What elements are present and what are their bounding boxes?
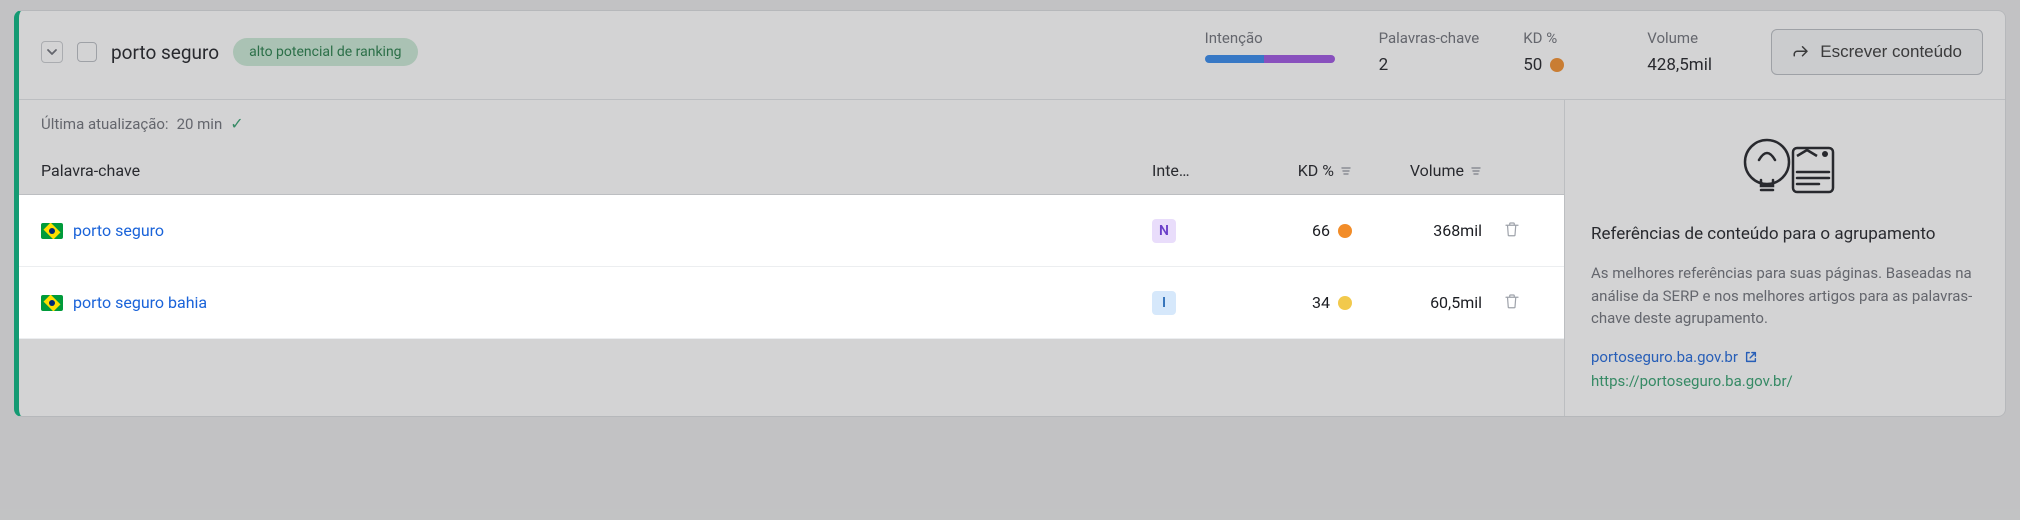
metric-volume-value: 428,5mil	[1647, 55, 1727, 75]
reference-url[interactable]: https://portoseguro.ba.gov.br/	[1591, 372, 1979, 390]
keyword-link[interactable]: porto seguro bahia	[73, 293, 207, 312]
keyword-group-card: porto seguro alto potencial de ranking I…	[14, 10, 2006, 417]
intent-distribution-bar	[1205, 55, 1335, 63]
intent-badge: N	[1152, 219, 1176, 243]
table-row: porto seguro bahia I 34 60,5mil	[19, 267, 1564, 339]
references-title: Referências de conteúdo para o agrupamen…	[1591, 224, 1979, 244]
kd-difficulty-dot	[1550, 58, 1564, 72]
metric-volume-label: Volume	[1647, 29, 1727, 47]
trash-icon	[1503, 220, 1521, 238]
kd-cell: 66	[1242, 221, 1352, 240]
chevron-down-icon	[46, 46, 58, 58]
col-kd[interactable]: KD %	[1242, 161, 1352, 180]
metric-intent-label: Intenção	[1205, 29, 1335, 47]
sort-icon	[1340, 165, 1352, 177]
metric-keywords-value: 2	[1379, 55, 1480, 75]
flag-brazil-icon	[41, 295, 63, 311]
sort-icon	[1470, 165, 1482, 177]
write-content-button[interactable]: Escrever conteúdo	[1771, 29, 1983, 75]
metric-kd-label: KD %	[1523, 29, 1603, 47]
volume-cell: 60,5mil	[1352, 293, 1482, 312]
volume-cell: 368mil	[1352, 221, 1482, 240]
metric-kd-value: 50	[1523, 55, 1603, 75]
trash-icon	[1503, 292, 1521, 310]
table-row: porto seguro N 66 368mil	[19, 195, 1564, 267]
reference-domain-link[interactable]: portoseguro.ba.gov.br	[1591, 348, 1979, 366]
group-header: porto seguro alto potencial de ranking I…	[19, 11, 2005, 99]
col-intent[interactable]: Inte…	[1152, 161, 1242, 180]
references-description: As melhores referências para suas página…	[1591, 262, 1979, 330]
share-arrow-icon	[1792, 43, 1810, 61]
check-icon: ✓	[230, 114, 243, 133]
group-title: porto seguro	[111, 41, 219, 64]
select-group-checkbox[interactable]	[77, 42, 97, 62]
delete-row-button[interactable]	[1482, 292, 1542, 314]
group-metrics: Intenção Palavras-chave 2 KD % 50	[1205, 29, 1983, 75]
intent-badge: I	[1152, 291, 1176, 315]
metric-keywords-label: Palavras-chave	[1379, 29, 1480, 47]
keyword-link[interactable]: porto seguro	[73, 221, 164, 240]
external-link-icon	[1744, 350, 1758, 364]
col-volume[interactable]: Volume	[1352, 161, 1482, 180]
collapse-toggle[interactable]	[41, 41, 63, 63]
kd-difficulty-dot	[1338, 224, 1352, 238]
kd-difficulty-dot	[1338, 296, 1352, 310]
lightbulb-illustration	[1725, 126, 1845, 206]
table-header: Palavra-chave Inte… KD % Volume	[19, 147, 1564, 195]
delete-row-button[interactable]	[1482, 220, 1542, 242]
kd-cell: 34	[1242, 293, 1352, 312]
last-updated: Última atualização: 20 min ✓	[19, 100, 1564, 147]
ranking-potential-badge: alto potencial de ranking	[233, 38, 417, 66]
col-keyword[interactable]: Palavra-chave	[41, 161, 1152, 180]
content-references-panel: Referências de conteúdo para o agrupamen…	[1565, 99, 2005, 416]
flag-brazil-icon	[41, 223, 63, 239]
keywords-table: Última atualização: 20 min ✓ Palavra-cha…	[19, 99, 1565, 416]
